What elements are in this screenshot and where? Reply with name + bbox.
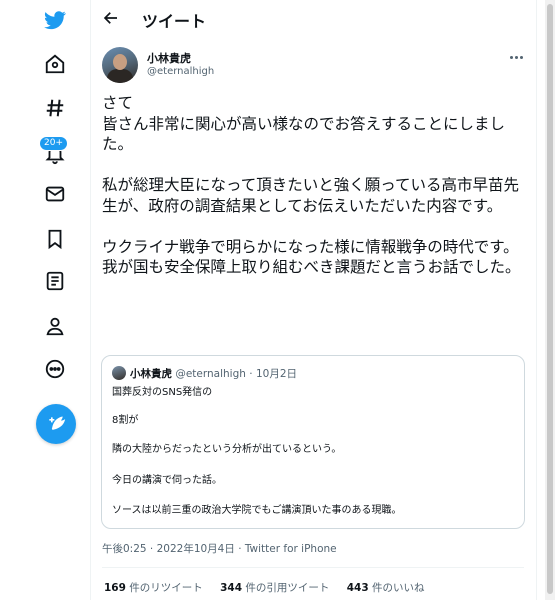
scrollbar-thumb[interactable] (547, 4, 553, 594)
tweet-timestamp[interactable]: 午後0:25 · 2022年10月4日 · Twitter for iPhone (102, 541, 337, 556)
quoted-author-name: 小林貴虎 (130, 368, 172, 380)
retweets-label: 件のリツイート (129, 582, 203, 594)
feather-plus-icon (49, 416, 66, 430)
home-icon[interactable] (41, 50, 69, 78)
quoted-line: 8割が (112, 415, 139, 426)
quotes-count: 344 (220, 582, 243, 594)
nav-sidebar: 20+ (0, 0, 91, 600)
more-circle-icon[interactable] (41, 355, 69, 383)
likes-count: 443 (346, 582, 369, 594)
more-options-icon[interactable] (506, 50, 526, 64)
scrollbar[interactable] (545, 0, 555, 600)
explore-hashtag-icon[interactable] (41, 94, 69, 122)
quotes-label: 件の引用ツイート (245, 582, 330, 594)
page-header: ツイート (90, 0, 536, 36)
author-avatar[interactable] (102, 47, 138, 83)
quote-tweets-stat[interactable]: 344 件の引用ツイート (220, 580, 329, 595)
profile-icon[interactable] (41, 312, 69, 340)
notification-badge: 20+ (39, 136, 68, 151)
tweet-detail-column: ツイート 小林貴虎 @eternalhigh さて 皆さん非常に関心が高い様なの… (90, 0, 537, 600)
lists-icon[interactable] (41, 267, 69, 295)
page-title: ツイート (142, 12, 207, 31)
quoted-tweet-date: 10月2日 (255, 368, 297, 380)
quoted-author-avatar (112, 366, 126, 380)
divider (102, 567, 524, 568)
back-arrow-icon[interactable] (100, 7, 122, 29)
bookmarks-icon[interactable] (41, 225, 69, 253)
author-name[interactable]: 小林貴虎 (147, 50, 191, 66)
quoted-line: 今日の講演で伺った話。 (112, 475, 222, 486)
separator-dot: · (249, 368, 253, 380)
tweet-body: さて 皆さん非常に関心が高い様なのでお答えすることにしました。 私が総理大臣にな… (102, 94, 521, 276)
tweet-stats: 169 件のリツイート 344 件の引用ツイート 443 件のいいね (104, 580, 438, 595)
compose-tweet-button[interactable] (36, 404, 76, 444)
retweets-count: 169 (104, 582, 126, 594)
likes-label: 件のいいね (371, 582, 425, 594)
messages-mail-icon[interactable] (41, 180, 69, 208)
author-handle[interactable]: @eternalhigh (147, 66, 214, 77)
quoted-tweet-header: 小林貴虎 @eternalhigh · 10月2日 (130, 366, 297, 381)
quoted-author-handle: @eternalhigh (175, 368, 246, 380)
quoted-line: ソースは以前三重の政治大学院でもご講演頂いた事のある現職。 (112, 505, 402, 516)
retweets-stat[interactable]: 169 件のリツイート (104, 580, 203, 595)
quoted-line: 隣の大陸からだったという分析が出ているという。 (112, 444, 342, 455)
likes-stat[interactable]: 443 件のいいね (347, 580, 425, 595)
quoted-line: 国葬反対のSNS発信の (112, 387, 213, 398)
quoted-tweet[interactable]: 小林貴虎 @eternalhigh · 10月2日 国葬反対のSNS発信の 8割… (101, 355, 525, 529)
twitter-logo-icon[interactable] (41, 6, 69, 34)
